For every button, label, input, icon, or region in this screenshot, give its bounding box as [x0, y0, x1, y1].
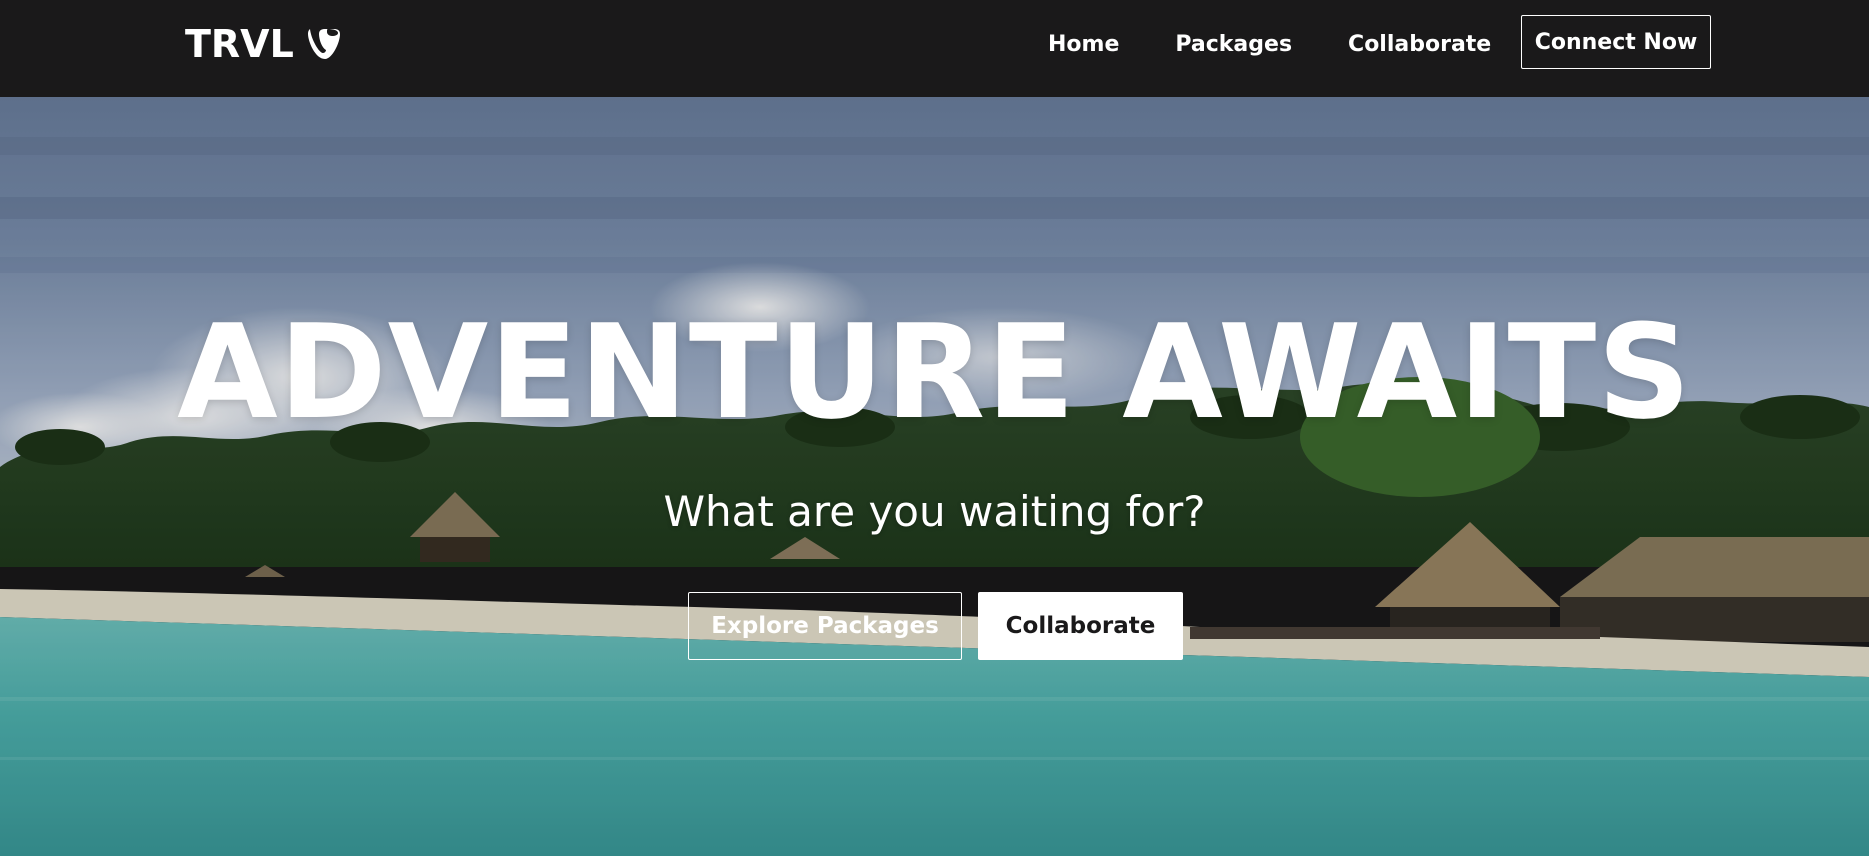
brand-name: TRVL [185, 22, 294, 66]
hero-section: ADVENTURE AWAITS What are you waiting fo… [0, 97, 1869, 856]
nav-link-home[interactable]: Home [1048, 32, 1119, 57]
page: TRVL Home Packages Collaborate Connect N… [0, 0, 1869, 856]
brand-logo[interactable]: TRVL [185, 20, 342, 68]
connect-now-button[interactable]: Connect Now [1521, 15, 1711, 69]
explore-packages-button[interactable]: Explore Packages [688, 592, 962, 660]
navbar: TRVL Home Packages Collaborate Connect N… [0, 0, 1869, 97]
nav-links: Home Packages Collaborate [1020, 24, 1519, 64]
hero-title: ADVENTURE AWAITS [177, 296, 1692, 448]
typo3-logo-icon [304, 25, 342, 63]
collaborate-button[interactable]: Collaborate [978, 592, 1183, 660]
nav-link-collaborate[interactable]: Collaborate [1348, 32, 1491, 57]
hero-buttons: Explore Packages Collaborate [688, 592, 1183, 660]
nav-link-packages[interactable]: Packages [1175, 32, 1292, 57]
beach-background-image [0, 97, 1869, 856]
hero-subtitle: What are you waiting for? [663, 487, 1206, 536]
